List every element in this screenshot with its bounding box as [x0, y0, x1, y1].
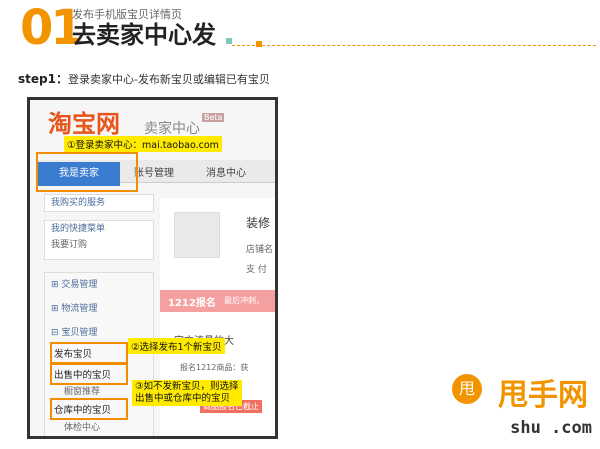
callout-existing-line2: 出售中或仓库中的宝贝 — [135, 393, 231, 404]
watermark-domain: shu .com — [510, 418, 592, 438]
sidebar-item-label: 物流管理 — [61, 304, 98, 314]
beta-badge: Beta — [202, 113, 225, 122]
callout-login: ①登录卖家中心：mai.taobao.com — [64, 136, 222, 152]
promo-banner: 1212报名 最后冲刺， — [160, 290, 275, 312]
step-instruction: step1：登录卖家中心-发布新宝贝或编辑已有宝贝 — [18, 70, 270, 87]
step-label: step1： — [18, 72, 68, 86]
seller-center-label: 卖家中心 — [144, 121, 200, 137]
divider-dot-left — [226, 38, 232, 44]
sidebar-section-logistics[interactable]: ⊞ 物流管理 — [45, 297, 153, 321]
callout-existing-line1: ③如不发新宝贝，则选择 — [135, 381, 239, 392]
sidebar-shortcut-menu[interactable]: 我的快捷菜单 我要订购 — [44, 220, 154, 260]
section-title: 去卖家中心发 — [72, 21, 216, 49]
taobao-logo: 淘宝网 — [48, 109, 120, 138]
divider-line — [232, 45, 596, 46]
avatar — [174, 212, 220, 258]
publish-highlight — [50, 342, 128, 364]
on-sale-highlight — [50, 363, 128, 385]
tab-account[interactable]: 账号管理 — [134, 164, 174, 179]
promo-signup-text: 报名1212商品：获 — [180, 363, 249, 372]
warehouse-highlight — [50, 398, 128, 420]
decor-title: 装修 — [246, 216, 271, 230]
watermark-logo-icon: 甩 — [452, 374, 482, 404]
sidebar-item-label: 交易管理 — [61, 280, 98, 290]
sidebar-item-showcase[interactable]: 橱窗推荐 — [64, 384, 100, 397]
banner-title: 1212报名 — [168, 298, 216, 309]
sidebar-item-label: 宝贝管理 — [61, 328, 98, 338]
callout-existing: ③如不发新宝贝，则选择 出售中或仓库中的宝贝 — [132, 380, 242, 406]
sidebar-item-checkup[interactable]: 体检中心 — [64, 420, 100, 433]
pay-label: 支 付 — [246, 265, 267, 275]
banner-subtitle: 最后冲刺， — [224, 296, 264, 305]
seller-tab-highlight — [36, 152, 138, 192]
sidebar-item-label: 我要订购 — [51, 240, 88, 250]
sidebar-item-label: 我的快捷菜单 — [51, 224, 106, 234]
watermark-brand: 甩手网 — [498, 378, 588, 413]
step-text: 登录卖家中心-发布新宝贝或编辑已有宝贝 — [67, 73, 270, 86]
sidebar-purchased-services[interactable]: 我购买的服务 — [44, 194, 154, 212]
tab-messages[interactable]: 消息中心 — [206, 164, 246, 179]
shop-name-label: 店铺名 — [246, 245, 274, 255]
sidebar-item-label: 我购买的服务 — [51, 198, 106, 208]
divider-dot-right — [256, 41, 262, 47]
callout-publish: ②选择发布1个新宝贝 — [128, 338, 225, 354]
sidebar-section-trade[interactable]: ⊞ 交易管理 — [45, 273, 153, 297]
